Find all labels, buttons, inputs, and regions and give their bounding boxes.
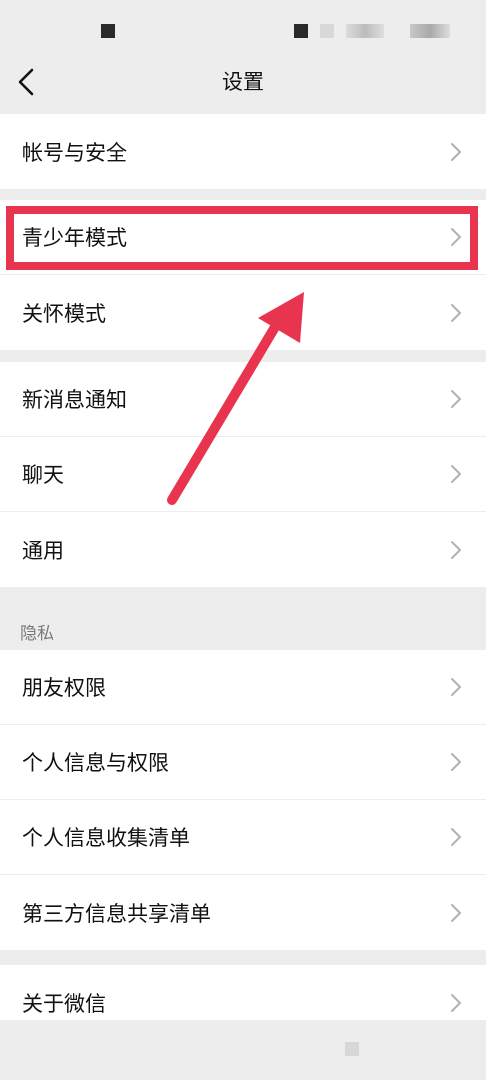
- section-label-privacy: 隐私: [20, 624, 54, 644]
- settings-item-friend-permissions[interactable]: 朋友权限: [0, 650, 486, 725]
- settings-item-notifications[interactable]: 新消息通知: [0, 362, 486, 437]
- settings-group-about: 关于微信: [0, 965, 486, 1020]
- chevron-right-icon: [451, 994, 461, 1012]
- chevron-right-icon: [451, 678, 461, 696]
- settings-item-general[interactable]: 通用: [0, 512, 486, 587]
- settings-item-label: 帐号与安全: [22, 140, 127, 165]
- settings-item-third-party-sharing[interactable]: 第三方信息共享清单: [0, 875, 486, 950]
- status-indicator: [410, 24, 450, 38]
- settings-item-label: 个人信息收集清单: [22, 826, 190, 850]
- chevron-right-icon: [451, 465, 461, 483]
- chevron-right-icon: [451, 753, 461, 771]
- chevron-right-icon: [451, 540, 461, 559]
- settings-group-general: 新消息通知 聊天 通用: [0, 362, 486, 587]
- chevron-right-icon: [451, 390, 461, 408]
- chevron-right-icon: [451, 903, 461, 922]
- settings-item-personal-info-permissions[interactable]: 个人信息与权限: [0, 725, 486, 800]
- settings-item-teen-mode[interactable]: 青少年模式: [0, 200, 486, 275]
- settings-item-label: 青少年模式: [22, 226, 127, 250]
- settings-item-chat[interactable]: 聊天: [0, 437, 486, 512]
- chevron-right-icon: [451, 142, 461, 161]
- status-bar: [0, 0, 486, 60]
- settings-item-label: 聊天: [22, 463, 64, 487]
- settings-item-label: 第三方信息共享清单: [22, 901, 211, 926]
- settings-item-care-mode[interactable]: 关怀模式: [0, 275, 486, 350]
- settings-group-account: 帐号与安全: [0, 114, 486, 189]
- status-indicator: [294, 24, 308, 38]
- settings-group-modes: 青少年模式 关怀模式: [0, 200, 486, 350]
- settings-item-label: 关怀模式: [22, 301, 106, 326]
- chevron-right-icon: [451, 303, 461, 322]
- home-indicator: [345, 1042, 359, 1056]
- chevron-right-icon: [451, 228, 461, 246]
- settings-item-account-security[interactable]: 帐号与安全: [0, 114, 486, 189]
- nav-header: 设置: [0, 60, 486, 112]
- status-indicator: [346, 24, 384, 38]
- settings-item-label: 通用: [22, 538, 64, 563]
- page-title: 设置: [222, 70, 264, 94]
- settings-group-privacy: 朋友权限 个人信息与权限 个人信息收集清单 第三方信息共享清单: [0, 650, 486, 950]
- settings-item-label: 关于微信: [22, 992, 106, 1016]
- settings-item-about-wechat[interactable]: 关于微信: [0, 965, 486, 1020]
- chevron-right-icon: [451, 828, 461, 846]
- settings-item-label: 新消息通知: [22, 388, 127, 412]
- settings-item-label: 朋友权限: [22, 676, 106, 700]
- status-indicator: [320, 24, 334, 38]
- status-indicator: [101, 24, 115, 38]
- settings-item-personal-info-collection[interactable]: 个人信息收集清单: [0, 800, 486, 875]
- settings-item-label: 个人信息与权限: [22, 751, 169, 775]
